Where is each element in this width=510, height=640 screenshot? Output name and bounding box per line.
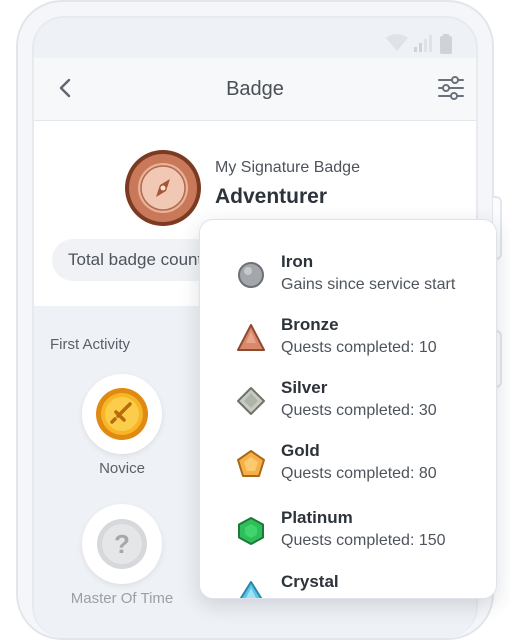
tier-popup: Iron Gains since service start Bronze Qu…: [199, 219, 497, 599]
tier-name: Platinum: [281, 508, 353, 527]
tier-description: Quests completed: 30: [281, 402, 437, 419]
compass-badge-icon: [125, 150, 201, 226]
signature-name: Adventurer: [215, 185, 328, 208]
platinum-hexagon-icon: [238, 517, 264, 545]
tier-silver: Silver Quests completed: 30: [200, 378, 496, 438]
badge-label-master-of-time: Master Of Time: [70, 590, 174, 607]
tier-description: Quests completed: 80: [281, 465, 437, 482]
iron-circle-icon: [238, 262, 264, 288]
sword-coin-icon: [96, 388, 148, 440]
silver-diamond-icon: [237, 387, 265, 415]
tier-name: Crystal: [281, 572, 339, 591]
tier-name: Iron: [281, 252, 314, 271]
sliders-icon[interactable]: [436, 74, 466, 102]
tier-name: Bronze: [281, 315, 339, 334]
tier-name: Gold: [281, 441, 320, 460]
signature-label: My Signature Badge: [215, 159, 360, 176]
tier-crystal: Crystal: [200, 572, 496, 598]
tier-description: Quests completed: 150: [281, 532, 446, 549]
crystal-drop-icon: [240, 581, 262, 598]
battery-icon: [440, 34, 452, 54]
bronze-triangle-icon: [237, 324, 265, 351]
tier-description: Gains since service start: [281, 276, 456, 293]
section-title: First Activity: [50, 336, 131, 353]
tier-description: Quests completed: 10: [281, 339, 437, 356]
tier-gold: Gold Quests completed: 80: [200, 441, 496, 501]
page-title: Badge: [226, 78, 284, 100]
question-icon: ?: [97, 519, 147, 569]
svg-text:?: ?: [114, 529, 130, 559]
tier-bronze: Bronze Quests completed: 10: [200, 315, 496, 375]
wifi-icon: [386, 34, 408, 51]
tier-iron: Iron Gains since service start: [200, 252, 496, 312]
badge-label-novice: Novice: [99, 460, 145, 477]
signal-icon: [414, 35, 432, 52]
tier-name: Silver: [281, 378, 328, 397]
status-bar: [386, 34, 452, 54]
top-bar: Badge: [34, 58, 476, 121]
badge-master-of-time[interactable]: ?: [82, 504, 162, 584]
gold-pentagon-icon: [237, 450, 265, 477]
tier-platinum: Platinum Quests completed: 150: [200, 508, 496, 568]
badge-novice[interactable]: [82, 374, 162, 454]
